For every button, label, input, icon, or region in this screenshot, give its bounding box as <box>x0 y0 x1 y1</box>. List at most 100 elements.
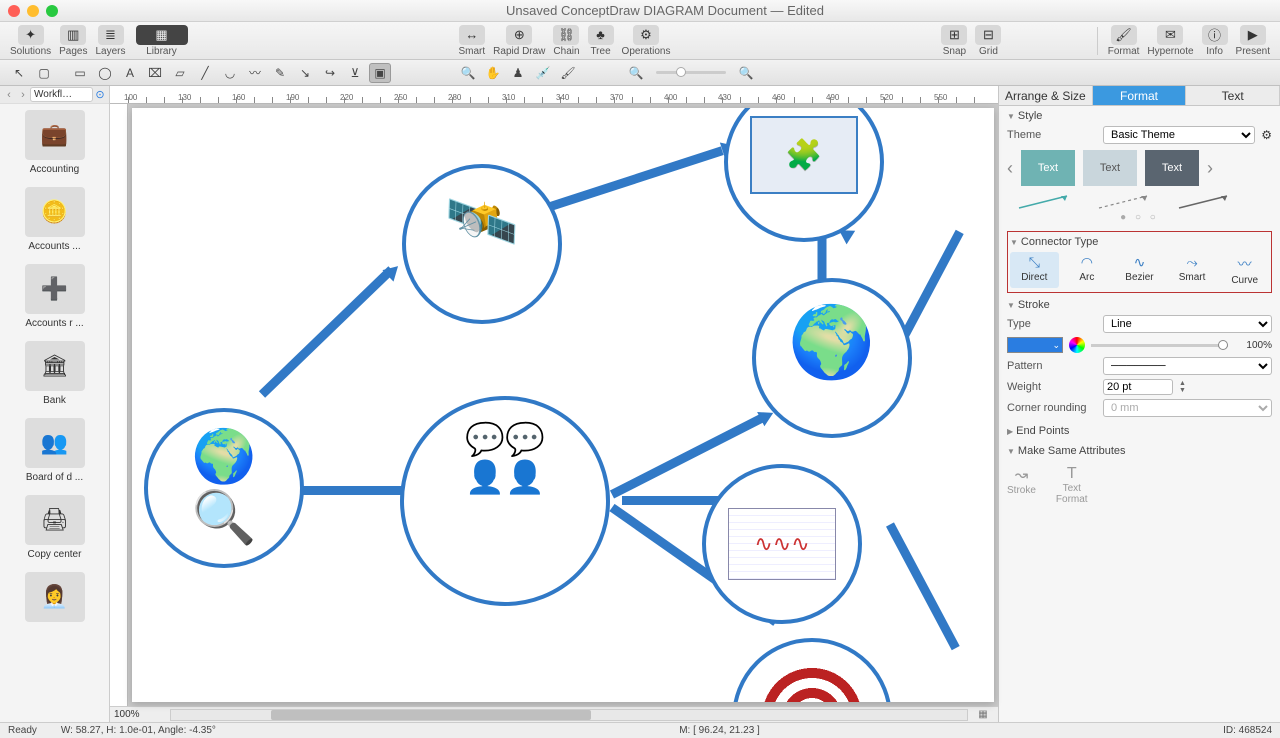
inspector-tab-text[interactable]: Text <box>1186 86 1280 105</box>
rect-tool[interactable]: ▭ <box>69 63 91 83</box>
connector-type-smart[interactable]: ⤳Smart <box>1168 252 1217 288</box>
connector-type-curve[interactable]: 〰Curve <box>1220 252 1269 288</box>
node-globe[interactable]: 🌍 <box>752 278 912 438</box>
smart-connector-tool[interactable]: ↪ <box>319 63 341 83</box>
pan-tool[interactable]: ✋ <box>482 63 504 83</box>
library-menu[interactable]: ⊙ <box>93 88 107 101</box>
theme-swatch-1[interactable]: Text <box>1021 150 1075 186</box>
node-target[interactable] <box>732 638 892 702</box>
tb-center-operations[interactable]: ⚙Operations <box>622 25 671 57</box>
theme-select[interactable]: Basic Theme <box>1103 126 1255 144</box>
node-meeting[interactable]: 💬💬👤👤 <box>400 396 610 606</box>
library-item[interactable]: 🏛Bank <box>0 335 109 412</box>
minimize-window-icon[interactable] <box>27 5 39 17</box>
tb-snap-snap[interactable]: ⊞Snap <box>941 25 967 57</box>
tb-center-smart[interactable]: ↔Smart <box>458 25 485 57</box>
status-bar: Ready W: 58.27, H: 1.0e-01, Angle: -4.35… <box>0 722 1280 738</box>
ellipse-tool[interactable]: ◯ <box>94 63 116 83</box>
theme-prev[interactable]: ‹ <box>1007 158 1013 179</box>
inspector-tab-arrange-size[interactable]: Arrange & Size <box>999 86 1093 105</box>
curve-tool[interactable]: 〰 <box>244 63 266 83</box>
stamp-tool[interactable]: ♟ <box>507 63 529 83</box>
section-connector-type[interactable]: Connector Type <box>1010 236 1269 248</box>
connector-type-arc[interactable]: ◠Arc <box>1063 252 1112 288</box>
corner-rounding-select[interactable]: 0 mm <box>1103 399 1272 417</box>
theme-swatch-3[interactable]: Text <box>1145 150 1199 186</box>
text-marquee-tool[interactable]: ▢ <box>33 63 55 83</box>
zoom-slider[interactable] <box>656 71 726 74</box>
section-style[interactable]: Style <box>1007 110 1272 122</box>
tb-library[interactable]: ▦ Library <box>136 25 188 57</box>
weight-step-down[interactable]: ▼ <box>1179 387 1186 394</box>
library-selector[interactable]: Workfl… <box>30 87 93 102</box>
node-search-globe[interactable]: 🌍🔍 <box>144 408 304 568</box>
zoom-window-icon[interactable] <box>46 5 58 17</box>
stroke-color[interactable]: ⌄ <box>1007 337 1063 353</box>
theme-next[interactable]: › <box>1207 158 1213 179</box>
tb-center-chain[interactable]: ⛓Chain <box>553 25 579 57</box>
text-tool[interactable]: A <box>119 63 141 83</box>
tb-center-rapid-draw[interactable]: ⊕Rapid Draw <box>493 25 545 57</box>
stroke-weight-input[interactable] <box>1103 379 1173 395</box>
library-item[interactable]: 👥Board of d ... <box>0 412 109 489</box>
tb-right-info[interactable]: ⓘInfo <box>1202 25 1228 57</box>
eyedropper-tool[interactable]: 💉 <box>532 63 554 83</box>
note-tool[interactable]: ▱ <box>169 63 191 83</box>
section-stroke[interactable]: Stroke <box>1007 299 1272 311</box>
msa-stroke[interactable]: ↝Stroke <box>1007 465 1036 505</box>
node-satellite[interactable]: 🛰️ <box>402 164 562 324</box>
zoom-in-icon[interactable]: 🔍 <box>735 63 757 83</box>
container-tool[interactable]: ▣ <box>369 63 391 83</box>
zoom-readout[interactable]: 100% <box>110 709 170 720</box>
library-item[interactable]: ➕Accounts r ... <box>0 258 109 335</box>
arrow-style-3[interactable] <box>1175 192 1235 212</box>
library-item[interactable]: 👩‍💼 <box>0 566 109 632</box>
line-tool[interactable]: ╱ <box>194 63 216 83</box>
tb-right-present[interactable]: ▶Present <box>1236 25 1270 57</box>
library-panel: ‹ › Workfl… ⊙ 💼Accounting🪙Accounts ...➕A… <box>0 86 110 722</box>
connector-type-direct[interactable]: ⤡Direct <box>1010 252 1059 288</box>
drawing-canvas[interactable]: 🛰️ 🌍🔍 💬💬👤👤 🧩 🌍 ∿∿∿ <box>132 108 994 702</box>
color-wheel-icon[interactable] <box>1069 337 1085 353</box>
join-tool[interactable]: ⊻ <box>344 63 366 83</box>
library-item[interactable]: 💼Accounting <box>0 104 109 181</box>
tb-snap-grid[interactable]: ⊟Grid <box>975 25 1001 57</box>
theme-settings-icon[interactable]: ⚙ <box>1261 128 1272 142</box>
tb-center-tree[interactable]: ♣Tree <box>588 25 614 57</box>
connector-type-section: Connector Type ⤡Direct◠Arc∿Bezier⤳Smart〰… <box>1007 231 1272 293</box>
section-endpoints[interactable]: End Points <box>1007 425 1272 437</box>
weight-step-up[interactable]: ▲ <box>1179 380 1186 387</box>
node-waveform[interactable]: ∿∿∿ <box>702 464 862 624</box>
library-prev[interactable]: ‹ <box>2 89 16 101</box>
library-item[interactable]: 🪙Accounts ... <box>0 181 109 258</box>
connector-tool[interactable]: ↘ <box>294 63 316 83</box>
tb-main-solutions[interactable]: ✦Solutions <box>10 25 51 57</box>
zoom-out-icon[interactable]: 🔍 <box>625 63 647 83</box>
library-item[interactable]: 🖨Copy center <box>0 489 109 566</box>
stroke-pattern-select[interactable]: ─────── <box>1103 357 1272 375</box>
tb-right-hypernote[interactable]: ✉Hypernote <box>1147 25 1193 57</box>
opacity-slider[interactable] <box>1091 344 1228 347</box>
node-puzzle-map[interactable]: 🧩 <box>724 108 884 242</box>
tb-main-layers[interactable]: ≣Layers <box>96 25 126 57</box>
pointer-tool[interactable]: ↖ <box>8 63 30 83</box>
library-next[interactable]: › <box>16 89 30 101</box>
arrow-style-1[interactable] <box>1015 192 1075 212</box>
stroke-type-select[interactable]: Line <box>1103 315 1272 333</box>
theme-swatch-2[interactable]: Text <box>1083 150 1137 186</box>
inspector-tab-format[interactable]: Format <box>1093 86 1187 105</box>
brush-tool[interactable]: 🖌 <box>557 63 579 83</box>
close-window-icon[interactable] <box>8 5 20 17</box>
textbox-tool[interactable]: ⌧ <box>144 63 166 83</box>
msa-text-format[interactable]: TText Format <box>1056 465 1088 505</box>
section-msa[interactable]: Make Same Attributes <box>1007 445 1272 457</box>
zoom-tool[interactable]: 🔍 <box>457 63 479 83</box>
tb-main-pages[interactable]: ▥Pages <box>59 25 87 57</box>
arrow-style-2[interactable] <box>1095 192 1155 212</box>
tb-right-format[interactable]: 🖌Format <box>1108 25 1140 57</box>
h-scrollbar[interactable] <box>170 709 968 721</box>
pencil-tool[interactable]: ✎ <box>269 63 291 83</box>
theme-pager[interactable]: ● ○ ○ <box>1007 212 1272 223</box>
connector-type-bezier[interactable]: ∿Bezier <box>1115 252 1164 288</box>
arc-tool[interactable]: ◡ <box>219 63 241 83</box>
